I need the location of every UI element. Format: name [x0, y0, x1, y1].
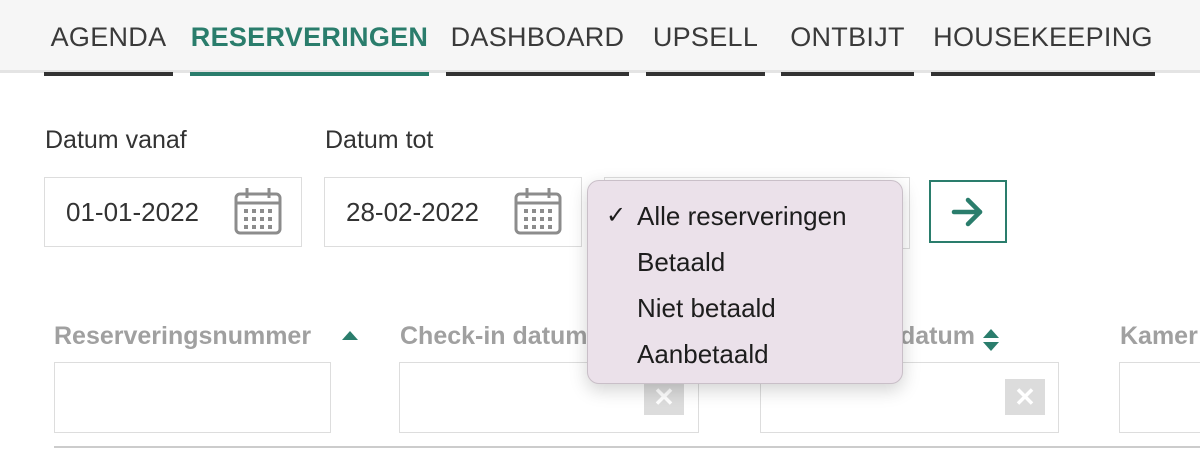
close-icon: ✕	[653, 382, 675, 412]
tab-underline	[446, 72, 629, 76]
column-header-label: Reserveringsnummer	[54, 322, 312, 350]
column-header-label: Kamer	[1120, 322, 1198, 350]
table-divider	[54, 446, 1200, 448]
apply-filter-button[interactable]	[929, 180, 1007, 243]
option-aanbetaald[interactable]: Aanbetaald	[637, 339, 769, 370]
date-to-field[interactable]: 28-02-2022	[324, 177, 582, 247]
clear-filter-button[interactable]: ✕	[644, 379, 684, 415]
calendar-icon[interactable]	[233, 186, 283, 236]
tab-underline	[781, 72, 914, 76]
tab-underline	[931, 72, 1155, 76]
room-filter-input[interactable]	[1119, 362, 1200, 433]
date-from-label: Datum vanaf	[45, 126, 187, 154]
close-icon: ✕	[1014, 382, 1036, 412]
tab-label: AGENDA	[50, 22, 167, 52]
column-header-checkout-date[interactable]: datum	[900, 322, 975, 351]
tab-underline	[646, 72, 765, 76]
calendar-icon[interactable]	[513, 186, 563, 236]
date-to-label: Datum tot	[325, 126, 434, 154]
tab-label: RESERVERINGEN	[190, 22, 429, 52]
tab-underline	[190, 72, 429, 76]
tab-label: DASHBOARD	[450, 22, 625, 52]
column-header-label: Check-in datum	[400, 322, 588, 350]
sort-icon[interactable]	[982, 328, 1000, 352]
column-header-room[interactable]: Kamer	[1120, 322, 1198, 351]
option-alle-reserveringen[interactable]: Alle reserveringen	[637, 201, 847, 232]
checkmark-icon: ✓	[606, 202, 627, 229]
column-header-checkin-date[interactable]: Check-in datum	[400, 322, 588, 351]
tab-label: HOUSEKEEPING	[933, 22, 1153, 52]
date-to-value: 28-02-2022	[346, 197, 479, 227]
arrow-right-icon	[951, 197, 983, 226]
top-navigation: AGENDA RESERVERINGEN DASHBOARD UPSELL ON…	[0, 0, 1200, 76]
option-betaald[interactable]: Betaald	[637, 247, 725, 278]
tab-dashboard[interactable]: DASHBOARD	[446, 0, 629, 76]
clear-filter-button[interactable]: ✕	[1005, 379, 1045, 415]
column-header-label: datum	[900, 322, 975, 350]
tab-label: UPSELL	[652, 22, 759, 52]
tab-upsell[interactable]: UPSELL	[646, 0, 765, 76]
sort-asc-icon[interactable]	[341, 330, 359, 342]
tab-agenda[interactable]: AGENDA	[44, 0, 173, 76]
tab-underline	[44, 72, 173, 76]
column-header-reservation-number[interactable]: Reserveringsnummer	[54, 322, 311, 351]
status-dropdown-menu: ✓ Alle reserveringen Betaald Niet betaal…	[587, 180, 903, 384]
tab-label: ONTBIJT	[790, 22, 905, 52]
tab-housekeeping[interactable]: HOUSEKEEPING	[931, 0, 1155, 76]
date-from-value: 01-01-2022	[66, 197, 199, 227]
tab-ontbijt[interactable]: ONTBIJT	[781, 0, 914, 76]
option-niet-betaald[interactable]: Niet betaald	[637, 293, 776, 324]
date-from-field[interactable]: 01-01-2022	[44, 177, 302, 247]
reservation-number-filter-input[interactable]	[54, 362, 331, 433]
tab-reserveringen[interactable]: RESERVERINGEN	[190, 0, 429, 76]
